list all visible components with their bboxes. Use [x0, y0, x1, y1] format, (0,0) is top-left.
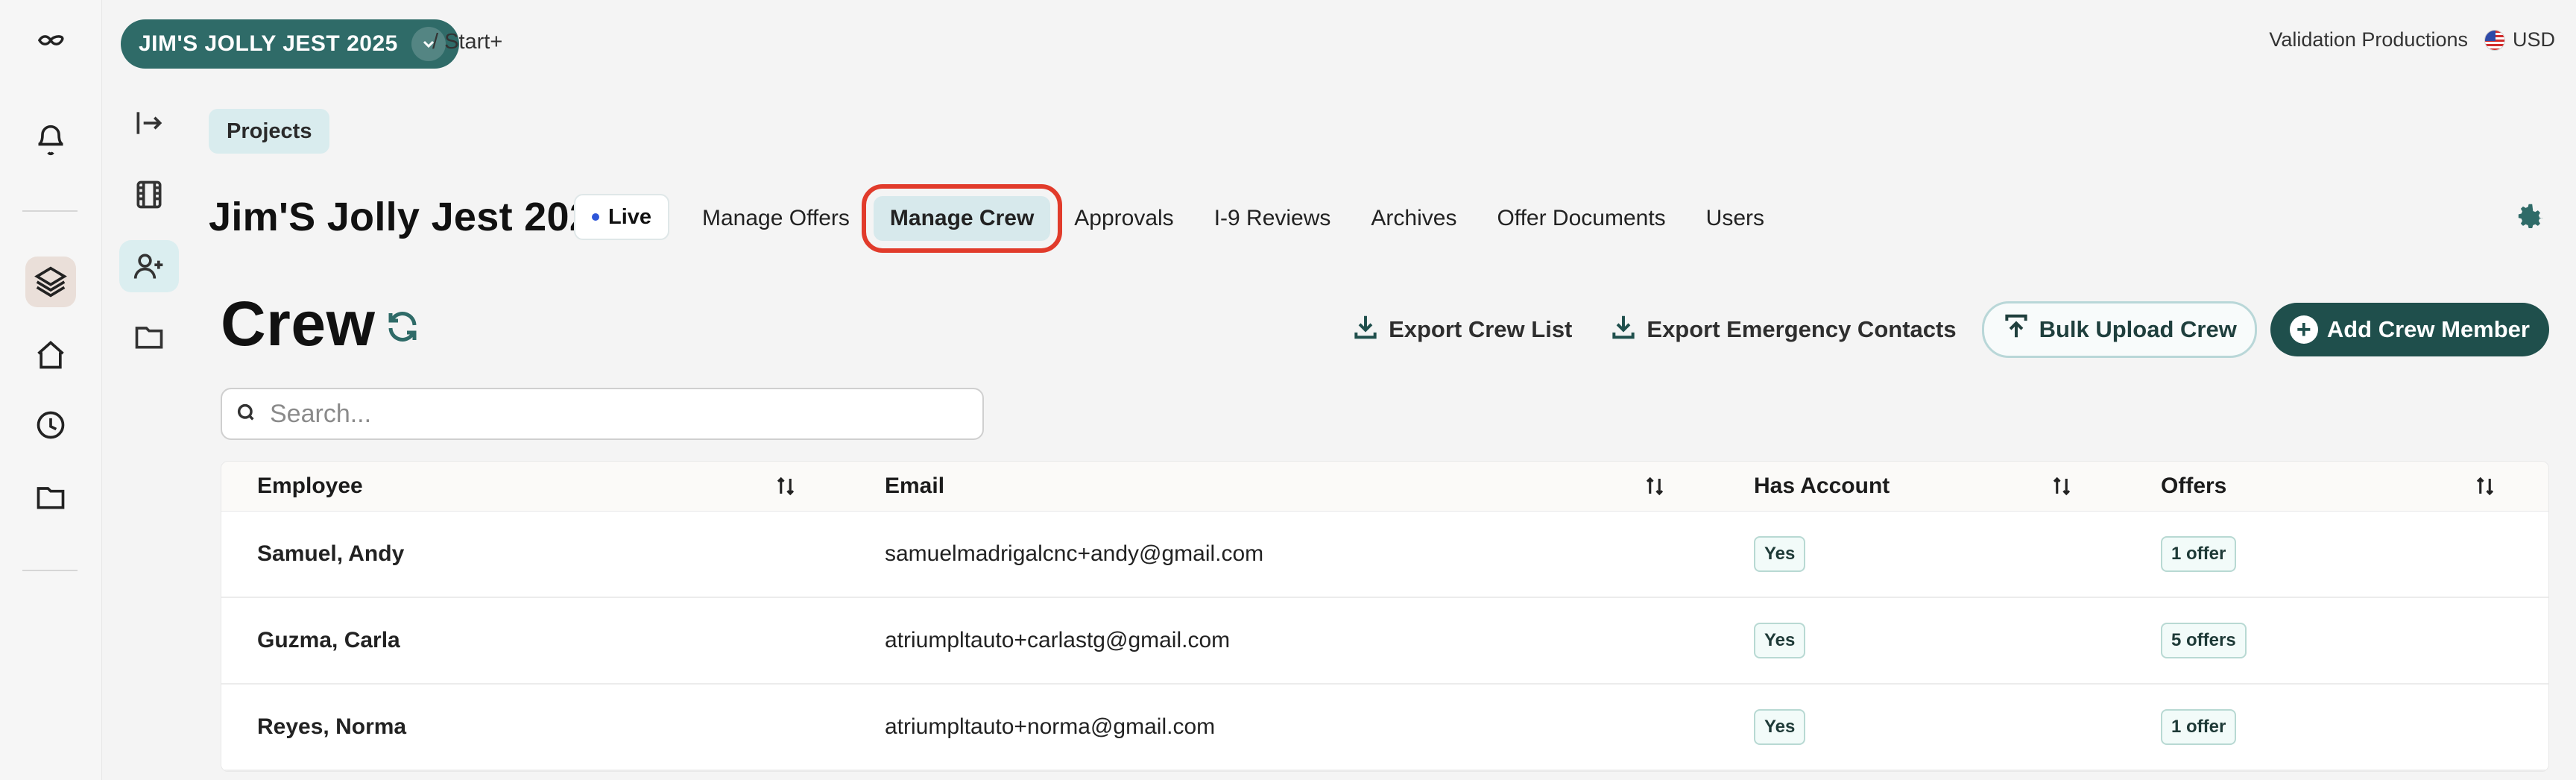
- folder-icon[interactable]: [25, 471, 76, 522]
- export-crew-list-label: Export Crew List: [1389, 316, 1573, 342]
- has-account-cell: Yes: [1718, 685, 2125, 770]
- infinity-logo-icon[interactable]: [25, 15, 76, 66]
- gear-icon[interactable]: [2512, 200, 2546, 234]
- offers-cell: 5 offers: [2125, 598, 2548, 683]
- employee-email: atriumpltauto+carlastg@gmail.com: [885, 628, 1231, 652]
- status-label: Live: [608, 204, 652, 229]
- table-header: Employee Email Has Account Offers: [221, 462, 2548, 512]
- search-input[interactable]: [268, 398, 969, 430]
- employee-name: Samuel, Andy: [257, 541, 405, 566]
- add-crew-member-label: Add Crew Member: [2326, 316, 2530, 342]
- live-dot-icon: [592, 213, 599, 221]
- sort-icon[interactable]: [774, 475, 797, 497]
- download-icon: [1351, 312, 1380, 347]
- company-name: Validation Productions: [2269, 28, 2468, 51]
- crew-header: Crew Export Crew List Export Emergency C…: [221, 289, 2549, 365]
- export-emergency-contacts-label: Export Emergency Contacts: [1647, 316, 1957, 342]
- rail-divider: [22, 210, 78, 212]
- project-title: Jim'S Jolly Jest 2025: [209, 195, 615, 239]
- employee-name: Guzma, Carla: [257, 628, 400, 652]
- employee-email: samuelmadrigalcnc+andy@gmail.com: [885, 541, 1264, 566]
- bell-icon[interactable]: [25, 115, 76, 166]
- project-header: Jim'S Jolly Jest 2025 Live Manage Offers…: [209, 184, 2546, 254]
- film-icon[interactable]: [119, 169, 179, 221]
- table-row[interactable]: Guzma, Carla atriumpltauto+carlastg@gmai…: [221, 598, 2548, 685]
- app-root: JIM'S JOLLY JEST 2025 / Start+ Validatio…: [0, 0, 2576, 780]
- projects-chip[interactable]: Projects: [209, 109, 330, 154]
- sort-icon[interactable]: [2474, 475, 2496, 497]
- search-box: [221, 388, 984, 440]
- has-account-badge: Yes: [1754, 623, 1806, 658]
- column-header-label: Has Account: [1754, 474, 1890, 498]
- offers-badge[interactable]: 1 offer: [2161, 709, 2237, 745]
- currency-label: USD: [2512, 28, 2555, 51]
- column-header-label: Employee: [257, 474, 363, 498]
- column-header-label: Email: [885, 474, 945, 498]
- page-title: Crew: [221, 289, 376, 359]
- bulk-upload-crew-label: Bulk Upload Crew: [2039, 316, 2237, 342]
- has-account-badge: Yes: [1754, 709, 1806, 745]
- status-badge: Live: [574, 194, 670, 240]
- has-account-cell: Yes: [1718, 512, 2125, 597]
- bulk-upload-crew-button[interactable]: Bulk Upload Crew: [1981, 301, 2257, 358]
- tab-manage-crew[interactable]: Manage Crew: [861, 184, 1063, 253]
- top-right: Validation Productions USD: [2269, 28, 2555, 51]
- employee-name: Reyes, Norma: [257, 714, 407, 739]
- project-tabs: Manage Offers Manage Crew Approvals I-9 …: [686, 184, 1781, 253]
- offers-badge[interactable]: 1 offer: [2161, 536, 2237, 572]
- column-header-label: Offers: [2161, 474, 2227, 498]
- rail-divider: [22, 570, 78, 571]
- tab-approvals[interactable]: Approvals: [1058, 196, 1190, 241]
- tab-offer-documents[interactable]: Offer Documents: [1480, 196, 1682, 241]
- us-flag-icon: [2484, 29, 2505, 51]
- top-bar: JIM'S JOLLY JEST 2025 / Start+ Validatio…: [101, 0, 2576, 88]
- offers-cell: 1 offer: [2125, 512, 2548, 597]
- has-account-cell: Yes: [1718, 598, 2125, 683]
- employee-email: atriumpltauto+norma@gmail.com: [885, 714, 1216, 739]
- add-crew-member-button[interactable]: + Add Crew Member: [2270, 303, 2549, 356]
- breadcrumb[interactable]: / Start+: [432, 30, 502, 54]
- offers-cell: 1 offer: [2125, 685, 2548, 770]
- plus-icon: +: [2289, 315, 2318, 344]
- project-selector[interactable]: JIM'S JOLLY JEST 2025: [121, 19, 459, 69]
- tab-manage-offers[interactable]: Manage Offers: [686, 196, 866, 241]
- crew-actions: Export Crew List Export Emergency Contac…: [1339, 301, 2549, 358]
- download-icon: [1609, 312, 1638, 347]
- folder-icon[interactable]: [119, 310, 179, 362]
- upload-icon: [2002, 312, 2030, 347]
- export-crew-list-button[interactable]: Export Crew List: [1339, 303, 1584, 356]
- layers-icon[interactable]: [25, 257, 76, 307]
- search-icon: [236, 402, 256, 427]
- table-row[interactable]: Reyes, Norma atriumpltauto+norma@gmail.c…: [221, 685, 2548, 771]
- left-rail: [0, 0, 102, 780]
- sort-icon[interactable]: [1644, 475, 1666, 497]
- crew-table: Employee Email Has Account Offers Samuel…: [221, 461, 2549, 772]
- column-header-employee[interactable]: Employee: [221, 462, 849, 511]
- table-row[interactable]: Samuel, Andy samuelmadrigalcnc+andy@gmai…: [221, 512, 2548, 598]
- user-plus-icon[interactable]: [119, 240, 179, 292]
- tab-i9-reviews[interactable]: I-9 Reviews: [1198, 196, 1348, 241]
- project-selector-label: JIM'S JOLLY JEST 2025: [139, 31, 398, 56]
- refresh-icon[interactable]: [385, 309, 420, 345]
- sort-icon[interactable]: [2051, 475, 2073, 497]
- currency-selector[interactable]: USD: [2484, 28, 2555, 51]
- column-header-email[interactable]: Email: [849, 462, 1718, 511]
- has-account-badge: Yes: [1754, 536, 1806, 572]
- column-header-offers[interactable]: Offers: [2125, 462, 2548, 511]
- column-header-has-account[interactable]: Has Account: [1718, 462, 2125, 511]
- tab-archives[interactable]: Archives: [1354, 196, 1473, 241]
- home-icon[interactable]: [25, 330, 76, 380]
- offers-badge[interactable]: 5 offers: [2161, 623, 2247, 658]
- tab-users[interactable]: Users: [1690, 196, 1781, 241]
- export-emergency-contacts-button[interactable]: Export Emergency Contacts: [1597, 303, 1968, 356]
- clock-icon[interactable]: [25, 400, 76, 450]
- collapse-sidebar-icon[interactable]: [119, 97, 179, 149]
